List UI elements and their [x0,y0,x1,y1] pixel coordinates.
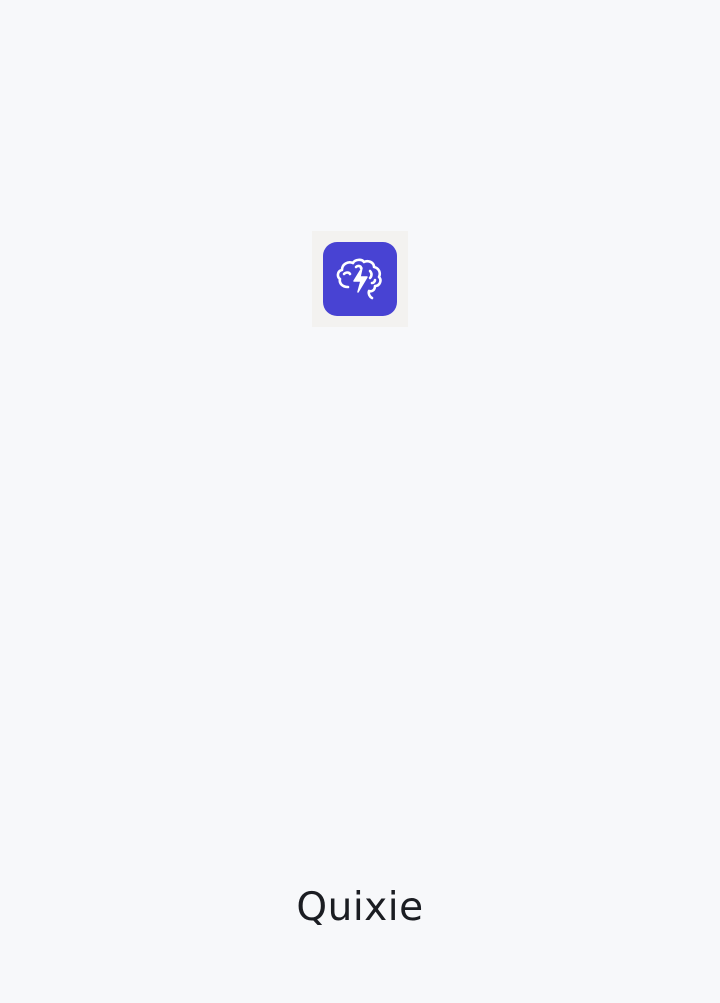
brain-lightning-icon [336,258,382,300]
app-logo-tile [323,242,397,316]
app-name: Quixie [296,885,424,930]
splash-screen: Quixie [0,0,720,1003]
app-logo [312,231,408,327]
